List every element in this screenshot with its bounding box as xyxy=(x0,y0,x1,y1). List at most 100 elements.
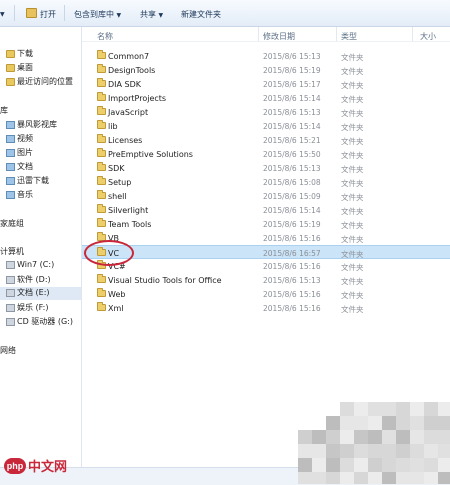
table-row[interactable]: VB 2015/8/6 15:16 文件夹 xyxy=(82,231,450,245)
table-row[interactable]: Silverlight 2015/8/6 15:14 文件夹 xyxy=(82,203,450,217)
chevron-down-icon: ▼ xyxy=(158,12,164,19)
folder-icon xyxy=(97,106,106,115)
table-row[interactable]: lib 2015/8/6 15:14 文件夹 xyxy=(82,119,450,133)
file-date: 2015/8/6 15:09 xyxy=(263,192,321,201)
column-header-name[interactable]: 名称 xyxy=(97,31,113,42)
nav-item-network[interactable]: 网络 xyxy=(0,345,16,356)
mosaic-tile xyxy=(298,458,312,472)
folder-icon xyxy=(97,64,106,73)
table-row[interactable]: Common7 2015/8/6 15:13 文件夹 xyxy=(82,49,450,63)
table-row[interactable]: DesignTools 2015/8/6 15:19 文件夹 xyxy=(82,63,450,77)
table-row[interactable]: Team Tools 2015/8/6 15:19 文件夹 xyxy=(82,217,450,231)
nav-item-music[interactable]: 音乐 xyxy=(6,189,33,200)
nav-item-drive-e[interactable]: 文档 (E:) xyxy=(0,287,81,300)
column-divider[interactable] xyxy=(336,27,337,41)
file-type: 文件夹 xyxy=(341,277,364,286)
nav-item-drive-d[interactable]: 软件 (D:) xyxy=(6,274,51,285)
nav-item-label: CD 驱动器 (G:) xyxy=(17,317,73,326)
column-divider[interactable] xyxy=(258,27,259,41)
table-row[interactable]: Setup 2015/8/6 15:08 文件夹 xyxy=(82,175,450,189)
file-name: PreEmptive Solutions xyxy=(108,150,193,159)
column-header-type[interactable]: 类型 xyxy=(341,31,357,42)
table-row[interactable]: VC# 2015/8/6 15:16 文件夹 xyxy=(82,259,450,273)
file-date: 2015/8/6 15:17 xyxy=(263,80,321,89)
table-row[interactable]: Web 2015/8/6 15:16 文件夹 xyxy=(82,287,450,301)
file-date: 2015/8/6 15:50 xyxy=(263,150,321,159)
mosaic-tile xyxy=(340,402,354,416)
table-row[interactable]: Xml 2015/8/6 15:16 文件夹 xyxy=(82,301,450,315)
folder-icon xyxy=(6,49,15,58)
file-type: 文件夹 xyxy=(341,235,364,244)
mosaic-tile xyxy=(410,402,424,416)
music-library-icon xyxy=(6,190,15,199)
pixelated-mosaic xyxy=(298,402,450,484)
mosaic-tile xyxy=(382,430,396,444)
nav-item-computer[interactable]: 计算机 xyxy=(0,246,24,257)
file-date: 2015/8/6 15:14 xyxy=(263,206,321,215)
table-row[interactable]: ImportProjects 2015/8/6 15:14 文件夹 xyxy=(82,91,450,105)
menu-arrow[interactable]: ▼ xyxy=(0,9,5,18)
table-row[interactable]: SDK 2015/8/6 15:13 文件夹 xyxy=(82,161,450,175)
nav-item-drive-g[interactable]: CD 驱动器 (G:) xyxy=(6,316,73,327)
folder-icon xyxy=(97,148,106,157)
table-row[interactable]: Visual Studio Tools for Office 2015/8/6 1… xyxy=(82,273,450,287)
video-library-icon xyxy=(6,134,15,143)
column-header-size[interactable]: 大小 xyxy=(420,31,436,42)
mosaic-tile xyxy=(326,472,340,484)
table-row[interactable]: JavaScript 2015/8/6 15:13 文件夹 xyxy=(82,105,450,119)
nav-item-homegroup[interactable]: 家庭组 xyxy=(0,218,24,229)
file-date: 2015/8/6 15:14 xyxy=(263,122,321,131)
table-row-selected[interactable]: VC 2015/8/6 16:57 文件夹 xyxy=(82,245,450,259)
nav-item-pictures[interactable]: 图片 xyxy=(6,147,33,158)
file-type: 文件夹 xyxy=(341,95,364,104)
file-name: ImportProjects xyxy=(108,94,167,103)
nav-item-drive-c[interactable]: Win7 (C:) xyxy=(6,260,54,269)
file-name: DIA SDK xyxy=(108,80,142,89)
nav-item-drive-f[interactable]: 娱乐 (F:) xyxy=(6,302,48,313)
site-watermark: php 中文网 xyxy=(4,456,67,478)
folder-icon xyxy=(97,218,106,227)
table-row[interactable]: DIA SDK 2015/8/6 15:17 文件夹 xyxy=(82,77,450,91)
file-name: Xml xyxy=(108,304,124,313)
mosaic-tile xyxy=(340,472,354,484)
folder-icon xyxy=(97,92,106,101)
column-divider[interactable] xyxy=(412,27,413,41)
file-date: 2015/8/6 16:57 xyxy=(263,249,321,258)
file-type: 文件夹 xyxy=(341,109,364,118)
nav-item-recent-places[interactable]: 最近访问的位置 xyxy=(6,76,73,87)
file-name: Silverlight xyxy=(108,206,149,215)
nav-item-baofeng-library[interactable]: 暴风影视库 xyxy=(6,119,57,130)
mosaic-tile xyxy=(340,444,354,458)
table-row[interactable]: Licenses 2015/8/6 15:21 文件夹 xyxy=(82,133,450,147)
mosaic-tile xyxy=(382,444,396,458)
mosaic-tile xyxy=(382,458,396,472)
mosaic-tile xyxy=(382,402,396,416)
nav-item-thunder-downloads[interactable]: 迅雷下载 xyxy=(6,175,49,186)
nav-item-downloads[interactable]: 下载 xyxy=(6,48,33,59)
file-name: shell xyxy=(108,192,127,201)
mosaic-tile xyxy=(396,444,410,458)
nav-item-documents[interactable]: 文档 xyxy=(6,161,33,172)
open-button[interactable]: 打开 xyxy=(40,9,56,20)
nav-item-videos[interactable]: 视频 xyxy=(6,133,33,144)
column-header-date[interactable]: 修改日期 xyxy=(263,31,295,42)
folder-icon xyxy=(97,50,106,59)
file-name: Web xyxy=(108,290,126,299)
mosaic-tile xyxy=(382,472,396,484)
file-date: 2015/8/6 15:14 xyxy=(263,94,321,103)
nav-item-desktop[interactable]: 桌面 xyxy=(6,62,33,73)
nav-item-label: 家庭组 xyxy=(0,219,24,228)
nav-item-libraries[interactable]: 库 xyxy=(0,105,8,116)
table-row[interactable]: PreEmptive Solutions 2015/8/6 15:50 文件夹 xyxy=(82,147,450,161)
mosaic-tile xyxy=(326,416,340,430)
share-label: 共享 xyxy=(140,10,156,19)
share-button[interactable]: 共享 ▼ xyxy=(140,9,163,20)
folder-icon xyxy=(97,134,106,143)
table-row[interactable]: shell 2015/8/6 15:09 文件夹 xyxy=(82,189,450,203)
mosaic-tile xyxy=(438,430,450,444)
new-folder-button[interactable]: 新建文件夹 xyxy=(181,9,221,20)
mosaic-tile xyxy=(382,416,396,430)
picture-library-icon xyxy=(6,148,15,157)
library-icon xyxy=(6,120,15,129)
include-library-button[interactable]: 包含到库中 ▼ xyxy=(74,9,121,20)
